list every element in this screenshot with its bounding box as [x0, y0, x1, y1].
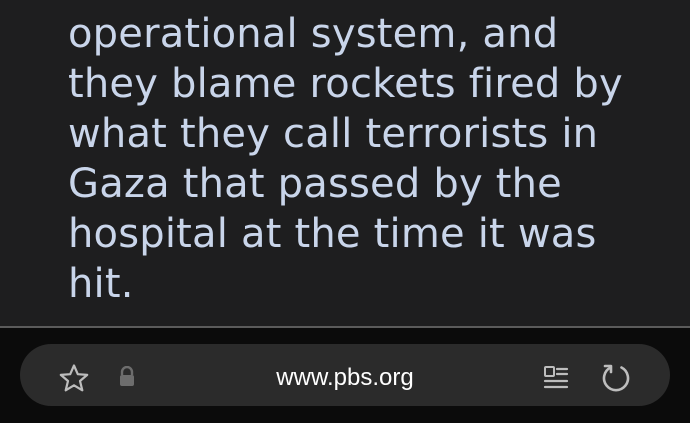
article-paragraph: operational system, and they blame rocke… — [68, 9, 668, 309]
reader-view-button[interactable] — [536, 358, 576, 398]
reader-view-icon — [543, 366, 569, 389]
article-content: operational system, and they blame rocke… — [0, 0, 690, 326]
reload-icon — [602, 364, 630, 392]
article-line: Gaza that passed by the — [68, 161, 562, 207]
article-line: what they call terrorists in — [68, 111, 599, 157]
article-line: operational system, and — [68, 11, 559, 57]
article-line: hospital at the time it was — [68, 211, 597, 257]
browser-bottom-toolbar: www.pbs.org — [0, 328, 690, 423]
reload-button[interactable] — [596, 358, 636, 398]
article-line: they blame rockets fired by — [68, 61, 623, 107]
article-line: hit. — [68, 261, 134, 307]
browser-page: operational system, and they blame rocke… — [0, 0, 690, 423]
url-display[interactable]: www.pbs.org — [0, 361, 690, 395]
